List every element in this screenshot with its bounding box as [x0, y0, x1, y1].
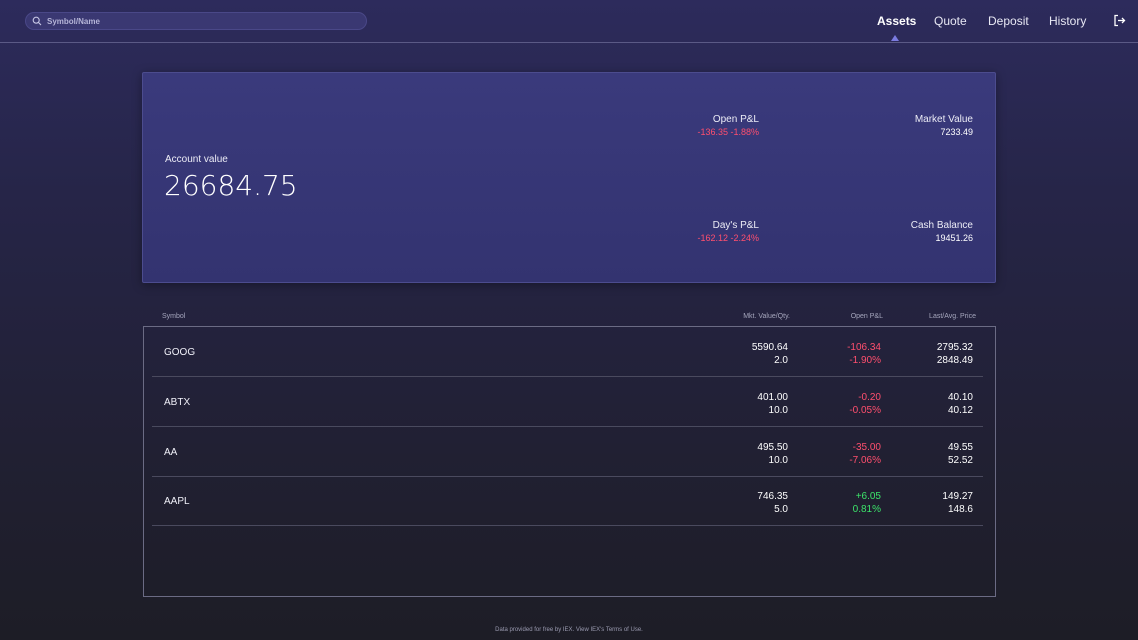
days-pl-value: -162.12 -2.24% [697, 233, 759, 243]
column-header-symbol: Symbol [162, 313, 186, 320]
open-pl-cell: -35.00 -7.06% [849, 442, 881, 466]
price-cell: 2795.32 2848.49 [936, 342, 973, 366]
column-header-last-avg-price: Last/Avg. Price [929, 313, 976, 320]
open-pl-value: -136.35 -1.88% [697, 127, 759, 137]
table-row[interactable]: ABTX 401.00 10.0 -0.20 -0.05% 40.10 40.12 [152, 377, 983, 427]
open-pl-cell: -106.34 -1.90% [847, 342, 881, 366]
mkt-value-cell: 495.50 10.0 [757, 442, 788, 466]
table-row[interactable]: AAPL 746.35 5.0 +6.05 0.81% 149.27 148.6 [152, 476, 983, 526]
symbol-cell: GOOG [164, 347, 196, 358]
nav-deposit[interactable]: Deposit [988, 14, 1029, 30]
logout-icon[interactable] [1113, 14, 1126, 27]
nav-history[interactable]: History [1049, 14, 1086, 30]
price-cell: 49.55 52.52 [947, 442, 973, 466]
account-value: 26684.75 [164, 169, 298, 202]
price-cell: 40.10 40.12 [947, 392, 973, 416]
open-pl-label: Open P&L [712, 114, 759, 125]
account-value-label: Account value [165, 154, 228, 165]
column-header-mkt-value: Mkt. Value/Qty. [743, 313, 790, 320]
nav-assets[interactable]: Assets [877, 14, 916, 30]
cash-balance-metric: Cash Balance 19451.26 [911, 219, 973, 244]
top-bar: Assets Quote Deposit History [0, 0, 1138, 43]
footer-attribution: Data provided for free by IEX. View IEX'… [495, 627, 643, 633]
days-pl-metric: Day's P&L -162.12 -2.24% [697, 219, 759, 244]
cash-balance-value: 19451.26 [935, 233, 973, 243]
cash-balance-label: Cash Balance [910, 220, 973, 231]
open-pl-metric: Open P&L -136.35 -1.88% [697, 113, 759, 138]
days-pl-label: Day's P&L [712, 220, 759, 231]
symbol-cell: AA [164, 447, 178, 458]
table-row[interactable]: GOOG 5590.64 2.0 -106.34 -1.90% 2795.32 284… [152, 327, 983, 377]
market-value-metric: Market Value 7233.49 [915, 113, 973, 138]
search-bar[interactable] [25, 12, 367, 30]
mkt-value-cell: 746.35 5.0 [757, 491, 788, 515]
active-tab-indicator [891, 35, 899, 41]
account-summary-card: Account value 26684.75 Open P&L -136.35 … [142, 72, 996, 283]
mkt-value-cell: 5590.64 2.0 [751, 342, 788, 366]
nav-quote[interactable]: Quote [934, 14, 967, 30]
price-cell: 149.27 148.6 [942, 491, 973, 515]
column-header-open-pl: Open P&L [850, 313, 883, 320]
table-row[interactable]: AA 495.50 10.0 -35.00 -7.06% 49.55 52.52 [152, 427, 983, 477]
open-pl-cell: +6.05 0.81% [852, 491, 881, 515]
search-icon [32, 16, 42, 26]
market-value-value: 7233.49 [940, 127, 973, 137]
symbol-cell: AAPL [164, 496, 190, 507]
open-pl-cell: -0.20 -0.05% [849, 392, 881, 416]
mkt-value-cell: 401.00 10.0 [757, 392, 788, 416]
holdings-table: GOOG 5590.64 2.0 -106.34 -1.90% 2795.32 284… [143, 326, 996, 597]
search-input[interactable] [47, 16, 347, 26]
market-value-label: Market Value [914, 114, 973, 125]
symbol-cell: ABTX [164, 397, 191, 408]
